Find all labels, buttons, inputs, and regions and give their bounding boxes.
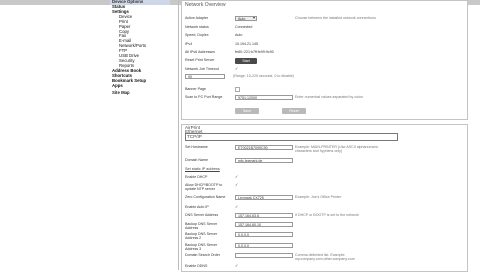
ddns-label: Enable DDNS (185, 264, 208, 268)
auto-ip-checkbox[interactable]: ✓ (235, 205, 239, 209)
start-button[interactable]: Start (235, 58, 257, 64)
save-button[interactable]: Save (235, 108, 259, 114)
ipv4-value: 10.194.21.145 (235, 42, 258, 46)
tree-item-tcpip[interactable]: TCP/IP (185, 133, 398, 141)
timeout-note: (Range: 10-225 seconds, 0 to disable) (233, 74, 294, 78)
backup-dns-2-label: Backup DNS Server Address 2 (185, 232, 218, 240)
backup-dns-input[interactable]: 157.164.60.10 (235, 222, 293, 227)
speed-label: Speed, Duplex (185, 33, 209, 37)
active-adapter-select[interactable]: Auto (235, 16, 257, 21)
zero-config-input[interactable]: Lexmark CX725 (235, 195, 293, 200)
zero-config-note: Example: Joe's Office Printer (295, 195, 342, 199)
active-adapter-note: Choose between the installed network con… (295, 16, 376, 20)
domain-label: Domain Name (185, 158, 208, 162)
port-range-input[interactable]: 9751:12000 (235, 95, 293, 100)
dns-label: DNS Server Address (185, 213, 219, 217)
timeout-input[interactable]: 90 (185, 74, 225, 79)
network-status-label: Network status (185, 25, 209, 29)
zero-config-label: Zero Configuration Name (185, 195, 226, 199)
dns-input[interactable]: 157.164.63.6 (235, 213, 293, 218)
dhcp-label: Enable DHCP (185, 175, 208, 179)
ddns-checkbox[interactable]: ✓ (235, 264, 239, 268)
ipv6-value: fe80::221:b7ff:fe09:9c90 (235, 50, 274, 54)
static-ip-link[interactable]: Set static IP address (185, 167, 220, 171)
port-range-note: Enter numerical values separated by colo… (295, 95, 363, 99)
tcpip-panel: AirPrint Ethernet TCP/IP Set Hostname ET… (181, 124, 468, 272)
active-adapter-label: Active Adapter (185, 16, 209, 20)
sidebar-divider (178, 0, 179, 270)
reset-print-server-label: Reset Print Server (185, 58, 215, 62)
hostname-label: Set Hostname (185, 145, 208, 149)
reset-button[interactable]: Reset (282, 108, 306, 114)
dns-note: If DHCP or BOOTP is set to the network (295, 213, 359, 217)
backup-dns-label: Backup DNS Server Address (185, 222, 218, 230)
network-overview-title: Network Overview (185, 2, 226, 8)
backup-dns-3-input[interactable]: 0.0.0.0 (235, 243, 293, 248)
domain-input[interactable]: mfc.lexmark.de (235, 158, 293, 163)
ipv6-label: All IPv6 Addresses (185, 50, 215, 54)
network-job-timeout-checkbox[interactable]: ✓ (235, 67, 239, 71)
banner-page-checkbox[interactable] (235, 87, 240, 92)
backup-dns-2-input[interactable]: 0.0.0.0 (235, 232, 293, 237)
bootp-label: Allow DHCP/BOOTP to update NTP server (185, 183, 223, 191)
site-map-link[interactable]: Site Map (110, 91, 170, 96)
backup-dns-3-label: Backup DNS Server Address 3 (185, 243, 218, 251)
domain-search-label: Domain Search Order (185, 253, 220, 257)
port-range-label: Scan to PC Port Range (185, 95, 223, 99)
domain-search-note: Comma delimited list. Example: my.compan… (295, 253, 355, 261)
network-tree: AirPrint Ethernet TCP/IP (185, 125, 398, 144)
domain-search-input[interactable] (235, 253, 293, 258)
network-status-value: Connected (235, 25, 253, 29)
dhcp-checkbox[interactable]: ✓ (235, 175, 239, 179)
banner-page-label: Banner Page (185, 87, 206, 91)
hostname-input[interactable]: ET0021B7099C90 (235, 145, 293, 150)
bootp-checkbox[interactable]: ✓ (235, 183, 239, 187)
ipv4-label: IPv4 (185, 42, 193, 46)
network-job-timeout-label: Network Job Timeout (185, 67, 219, 71)
auto-ip-label: Enable Auto IP (185, 205, 209, 209)
sidebar-nav: Device Options Status Settings Device Pr… (110, 0, 170, 110)
hostname-note: Example: MAIN-PRINTER (Use ASCII alphanu… (295, 145, 379, 153)
sidebar-item-apps[interactable]: Apps (110, 83, 170, 89)
network-overview-panel: Network Overview Active Adapter Auto Cho… (181, 0, 468, 120)
speed-value: Auto (235, 33, 243, 37)
